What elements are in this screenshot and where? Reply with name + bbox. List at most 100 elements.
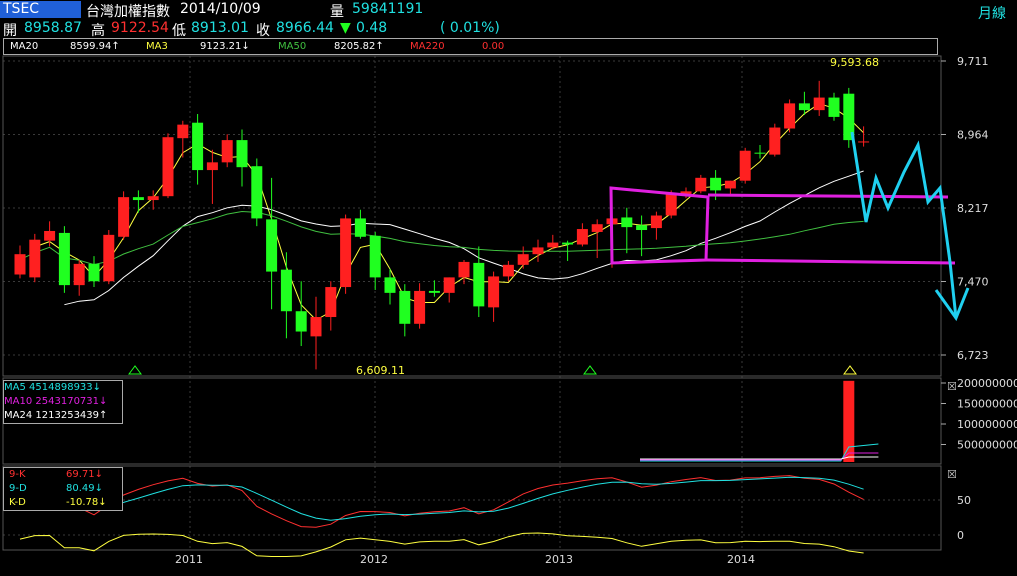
candle-body [251,166,263,219]
d-line [19,476,864,521]
chart-canvas[interactable]: ☒ ☒ 9,711 8,964 8,217 7,470 6,723 2000000000… [0,0,1017,576]
candle-body [147,196,159,201]
kd-tick-label: 50 [957,494,971,507]
candle-body [562,242,574,245]
price-tick-label: 9,711 [957,55,989,68]
candle-body [710,177,722,191]
price-tick-label: 8,217 [957,202,989,215]
low-annotation: 6,609.11 [356,364,405,377]
candle-body [621,217,633,228]
time-tick-label: 2011 [175,553,203,566]
k-value: 69.71↓ [66,469,104,480]
range-lines [705,193,956,265]
candle-body [88,263,100,282]
volume-legend: MA5 4514898933↓ MA10 2543170731↓ MA24 12… [3,380,123,424]
candle-body [162,137,174,197]
candle-body [399,290,411,324]
price-tick-label: 8,964 [957,129,989,142]
vol-ma24-value: 1213253439↑ [35,410,108,421]
kd-lines [19,475,864,557]
candle-body [695,177,707,192]
time-tick-label: 2014 [727,553,755,566]
kd-legend: 9-K 69.71↓ 9-D 80.49↓ K-D -10.78↓ [3,467,123,511]
candle-body [414,290,426,324]
vol-ma10-value: 2543170731↓ [35,396,108,407]
candle-body [636,225,648,231]
candle-body [266,219,278,272]
ma20-line [64,170,864,306]
d-value: 80.49↓ [66,483,104,494]
candle-body [369,235,381,278]
volume-tick-label: 2000000000 [957,377,1017,390]
kd-panel-frame [2,465,942,551]
vol-ma10-name: MA10 [4,396,33,407]
candle-body [858,141,870,143]
price-axis: 9,711 8,964 8,217 7,470 6,723 [941,55,989,362]
moving-average-lines [19,103,864,321]
projection-arrow [850,131,958,319]
candle-body [44,230,56,241]
candle-body [325,287,337,318]
time-tick-label: 2013 [545,553,573,566]
time-marker-triangle [583,365,597,375]
time-markers [128,365,857,375]
ma50-line [19,210,864,266]
volume-tick-label: 1000000000 [957,418,1017,431]
price-tick-label: 6,723 [957,349,989,362]
volume-close-icon[interactable]: ☒ [947,380,957,393]
k-line [19,475,864,528]
candle-body [473,262,485,307]
k-name: 9-K [9,469,26,480]
candle-body [103,234,115,282]
time-marker-triangle [843,365,857,375]
volume-tick-label: 1500000000 [957,398,1017,411]
candle-body [428,290,440,293]
candle-body [458,261,470,278]
candle-body [813,97,825,111]
candle-body [798,103,810,111]
candle-body [310,317,322,337]
candle-body [58,232,70,286]
volume-tick-label: 5000000000 [957,439,1017,452]
volume-bars [640,380,879,462]
high-annotation: 9,593.68 [830,56,879,69]
candle-body [665,194,677,216]
candle-body [192,122,204,171]
candle-body [221,140,233,163]
candle-body [132,197,144,201]
vol-ma24-name: MA24 [4,410,33,421]
candle-body [769,127,781,155]
candle-body [236,140,248,168]
candle-body [340,218,352,288]
volume-panel-frame [2,377,942,465]
candle-body [547,242,559,248]
candle-body [650,215,662,229]
grid [3,56,941,550]
kd-close-icon[interactable]: ☒ [947,468,957,481]
candle-body [14,254,26,275]
vol-ma5-value: 4514898933↓ [29,382,102,393]
candle-body [443,277,455,293]
candle-body [488,276,500,308]
candle-body [591,224,603,232]
candle-body [118,197,130,237]
candle-body [206,162,218,171]
hand-drawn-annotations [609,131,970,322]
candle-body [828,97,840,117]
candle-body [724,180,736,189]
candle-body [576,229,588,245]
time-tick-label: 2012 [360,553,388,566]
candle-body [532,247,544,255]
time-axis: 2011 2012 2013 2014 [175,553,755,566]
volume-bar-spike [843,380,855,462]
candle-body [280,269,292,312]
kd-diff-value: -10.78↓ [66,497,107,508]
kd-axis: 50 0 [957,494,971,542]
price-tick-label: 7,470 [957,276,989,289]
candle-body [384,277,396,293]
candle-body [177,124,189,139]
candle-body [784,103,796,129]
vol-ma5-name: MA5 [4,382,26,393]
candle-body [754,152,766,154]
candle-body [29,239,41,278]
